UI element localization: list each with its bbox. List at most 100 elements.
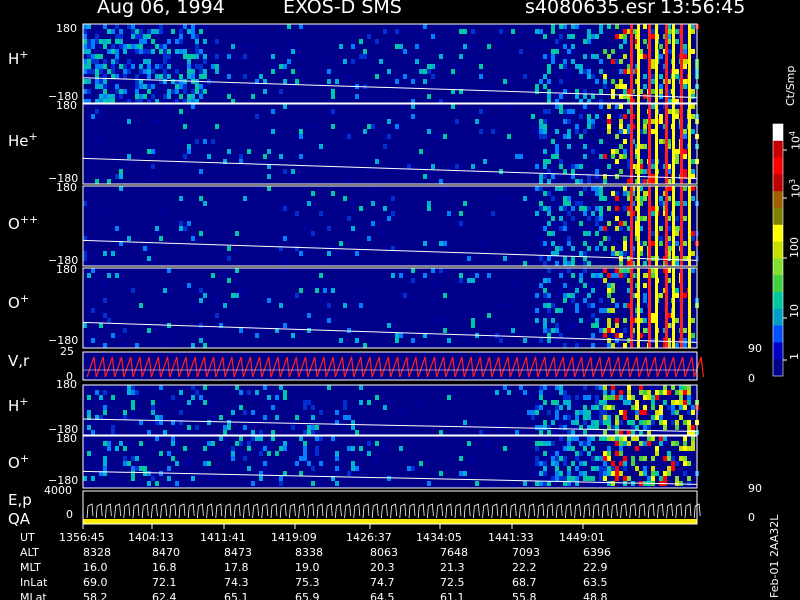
spectrogram-cell xyxy=(471,456,475,461)
spectrogram-cell xyxy=(603,109,607,114)
spectrogram-cell xyxy=(667,441,671,446)
spectrogram-cell xyxy=(619,256,623,261)
spectrogram-cell xyxy=(351,59,355,64)
spectrogram-cell xyxy=(591,119,595,124)
spectrogram-cell xyxy=(155,471,159,476)
spectrogram-cell xyxy=(179,119,183,124)
spectrogram-cell xyxy=(119,34,123,39)
spectrogram-cell xyxy=(271,405,275,410)
spectrogram-cell xyxy=(691,169,695,174)
spectrogram-cell xyxy=(91,114,95,119)
spectrogram-cell xyxy=(651,471,655,476)
spectrogram-cell xyxy=(259,186,263,191)
spectrogram-cell xyxy=(619,333,623,338)
spectrogram-cell xyxy=(543,174,547,179)
spectrogram-cell xyxy=(575,196,579,201)
spectrogram-cell xyxy=(119,39,123,44)
spectrogram-cell xyxy=(567,471,571,476)
spectrogram-cell xyxy=(159,211,163,216)
spectrogram-cell xyxy=(555,456,559,461)
spectrogram-cell xyxy=(663,436,667,441)
spectrogram-cell xyxy=(555,186,559,191)
spectrogram-cell xyxy=(551,174,555,179)
spectrogram-cell xyxy=(595,114,599,119)
spectrogram-cell xyxy=(555,405,559,410)
colorbar-swatch xyxy=(773,191,783,209)
spectrogram-cell xyxy=(315,385,319,390)
spectrogram-cell xyxy=(83,59,87,64)
spectrogram-cell xyxy=(563,109,567,114)
spectrogram-cell xyxy=(171,49,175,54)
spectrogram-cell xyxy=(619,144,623,149)
spectrogram-cell xyxy=(99,206,103,211)
spectrogram-line xyxy=(688,268,691,348)
spectrogram-cell xyxy=(603,268,607,273)
spectrogram-cell xyxy=(603,390,607,395)
spectrogram-cell xyxy=(571,298,575,303)
spectrogram-cell xyxy=(591,94,595,99)
ephem-cell-inlat: 72.5 xyxy=(440,576,465,589)
spectrogram-cell xyxy=(559,186,563,191)
spectrogram-cell xyxy=(607,481,611,486)
spectrogram-cell xyxy=(651,466,655,471)
spectrogram-cell xyxy=(243,425,247,430)
spectrogram-cell xyxy=(543,164,547,169)
spectrogram-cell xyxy=(595,323,599,328)
spectrogram-cell xyxy=(607,288,611,293)
spectrogram-cell xyxy=(643,318,647,323)
spectrogram-cell xyxy=(155,481,159,486)
spectrogram-cell xyxy=(547,385,551,390)
spectrogram-cell xyxy=(355,94,359,99)
spectrogram-cell xyxy=(567,164,571,169)
spectrogram-cell xyxy=(275,64,279,69)
spectrogram-cell xyxy=(543,288,547,293)
spectrogram-cell xyxy=(555,385,559,390)
spectrogram-cell xyxy=(635,425,639,430)
spectrogram-cell xyxy=(219,436,223,441)
spectrogram-cell xyxy=(375,395,379,400)
spectrogram-cell xyxy=(607,164,611,169)
spectrogram-cell xyxy=(147,149,151,154)
spectrogram-cell xyxy=(151,64,155,69)
spectrogram-cell xyxy=(163,430,167,435)
spectrogram-cell xyxy=(607,328,611,333)
spectrogram-cell xyxy=(647,425,651,430)
spectrogram-cell xyxy=(107,446,111,451)
spectrogram-cell xyxy=(107,49,111,54)
spectrogram-cell xyxy=(203,385,207,390)
spectrogram-cell xyxy=(651,59,655,64)
spectrogram-cell xyxy=(627,420,631,425)
spectrogram-cell xyxy=(175,89,179,94)
spectrogram-cell xyxy=(559,288,563,293)
spectrogram-cell xyxy=(423,174,427,179)
spectrogram-cell xyxy=(599,466,603,471)
spectrogram-cell xyxy=(611,149,615,154)
spectrogram-cell xyxy=(187,24,191,29)
spectrogram-cell xyxy=(607,405,611,410)
spectrogram-cell xyxy=(403,74,407,79)
spectrogram-cell xyxy=(615,303,619,308)
colorbar-swatch xyxy=(773,140,783,159)
spectrogram-cell xyxy=(95,39,99,44)
ephem-cell-mlat: 61.1 xyxy=(440,591,465,600)
spectrogram-cell xyxy=(123,64,127,69)
spectrogram-cell xyxy=(583,34,587,39)
spectrogram-cell xyxy=(359,400,363,405)
spectrogram-cell xyxy=(471,164,475,169)
spectrogram-cell xyxy=(399,44,403,49)
spectrogram-cell xyxy=(167,268,171,273)
ephem-cell-alt: 8470 xyxy=(152,546,180,559)
spectrogram-cell xyxy=(659,441,663,446)
spectrogram-cell xyxy=(643,144,647,149)
spectrogram-cell xyxy=(591,333,595,338)
spectrogram-cell xyxy=(431,268,435,273)
spectrogram-cell xyxy=(123,328,127,333)
spectrogram-cell xyxy=(539,79,543,84)
spectrogram-cell xyxy=(575,343,579,348)
spectrogram-cell xyxy=(243,410,247,415)
spectrogram-cell xyxy=(651,39,655,44)
spectrogram-cell xyxy=(615,343,619,348)
spectrogram-cell xyxy=(595,34,599,39)
spectrogram-cell xyxy=(343,405,347,410)
spectrogram-cell xyxy=(687,481,691,486)
